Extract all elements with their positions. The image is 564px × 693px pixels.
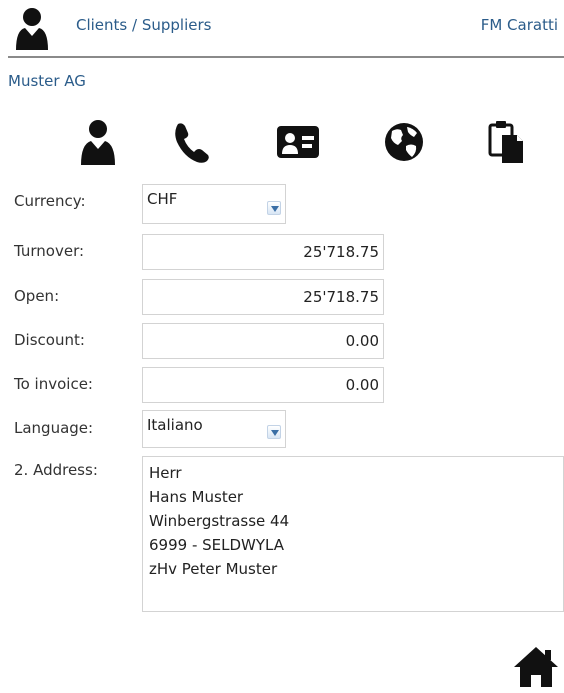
open-label: Open: [14, 287, 60, 305]
address2-label: 2. Address: [14, 461, 98, 479]
to-invoice-label: To invoice: [14, 375, 93, 393]
home-icon[interactable] [512, 645, 560, 689]
toolbar [0, 114, 564, 170]
currency-label: Currency: [14, 192, 86, 210]
chevron-down-icon [267, 425, 281, 439]
turnover-field[interactable]: 25'718.75 [142, 234, 384, 270]
chevron-down-icon [267, 201, 281, 215]
client-name: Muster AG [8, 72, 86, 90]
address2-textarea[interactable]: Herr Hans Muster Winbergstrasse 44 6999 … [142, 456, 564, 612]
header-divider [8, 56, 564, 58]
header: Clients / Suppliers FM Caratti [0, 0, 564, 58]
to-invoice-field[interactable]: 0.00 [142, 367, 384, 403]
discount-label: Discount: [14, 331, 85, 349]
user-name-link[interactable]: FM Caratti [481, 16, 558, 34]
contact-card-icon[interactable] [270, 114, 326, 170]
user-icon [14, 6, 50, 52]
currency-select[interactable]: CHF [142, 184, 286, 224]
turnover-label: Turnover: [14, 242, 85, 260]
open-field[interactable]: 25'718.75 [142, 279, 384, 315]
globe-icon[interactable] [376, 114, 432, 170]
discount-field[interactable]: 0.00 [142, 323, 384, 359]
language-value: Italiano [147, 416, 203, 434]
page-title: Clients / Suppliers [76, 16, 212, 34]
phone-icon[interactable] [164, 114, 220, 170]
currency-value: CHF [147, 190, 178, 208]
language-label: Language: [14, 419, 94, 437]
clipboard-icon[interactable] [478, 114, 534, 170]
user-icon[interactable] [70, 114, 126, 170]
language-select[interactable]: Italiano [142, 410, 286, 448]
